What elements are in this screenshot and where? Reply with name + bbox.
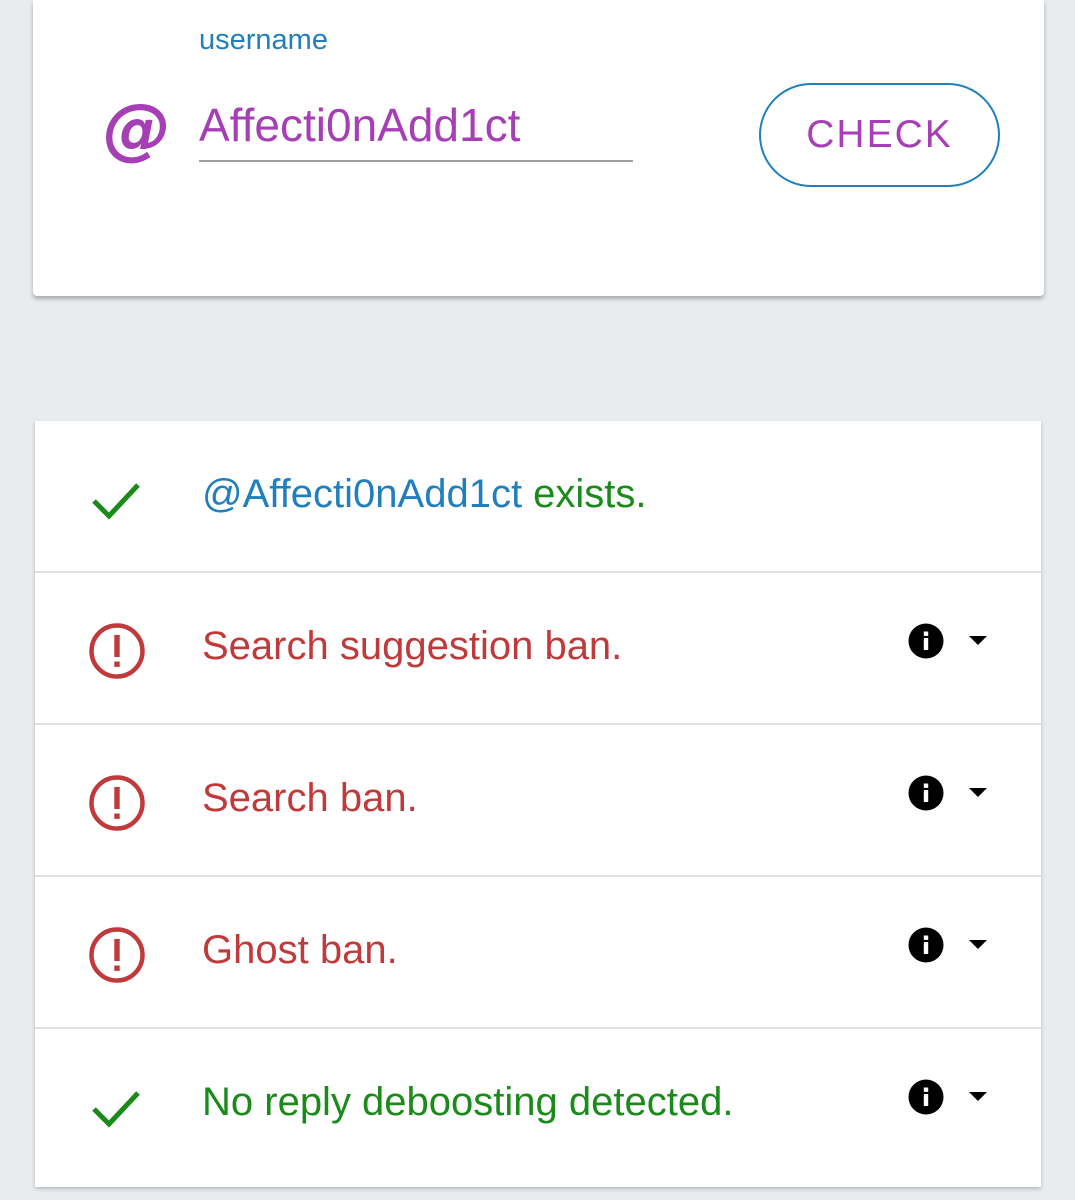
result-text: No reply deboosting detected. — [202, 1080, 734, 1124]
result-text: Ghost ban. — [202, 928, 398, 972]
result-row-search-suggestion-ban: Search suggestion ban. — [35, 573, 1041, 725]
result-text: Search suggestion ban. — [202, 624, 623, 668]
alert-circle-icon — [89, 623, 145, 679]
at-sign-icon: @ — [103, 90, 171, 169]
alert-circle-icon — [89, 927, 145, 983]
result-text: @Affecti0nAdd1ct exists. — [202, 469, 647, 519]
result-row-search-ban: Search ban. — [35, 725, 1041, 877]
result-row-exists: @Affecti0nAdd1ct exists. — [35, 421, 1041, 573]
results-list: @Affecti0nAdd1ct exists. Search suggesti… — [35, 421, 1041, 1187]
info-icon[interactable] — [907, 926, 945, 964]
result-row-ghost-ban: Ghost ban. — [35, 877, 1041, 1029]
result-text: Search ban. — [202, 776, 418, 820]
dropdown-arrow-icon[interactable] — [967, 1091, 989, 1103]
username-handle: @Affecti0nAdd1ct — [202, 472, 523, 516]
info-icon[interactable] — [907, 1078, 945, 1116]
checkmark-icon — [92, 1091, 140, 1128]
result-suffix: exists. — [522, 472, 647, 516]
dropdown-arrow-icon[interactable] — [967, 787, 989, 799]
info-icon[interactable] — [907, 774, 945, 812]
dropdown-arrow-icon[interactable] — [967, 635, 989, 647]
checkmark-icon — [92, 483, 140, 520]
username-check-card: username @ CHECK — [33, 0, 1044, 296]
check-button[interactable]: CHECK — [759, 83, 1000, 187]
username-label: username — [199, 24, 328, 56]
result-row-reply-deboosting: No reply deboosting detected. — [35, 1029, 1041, 1183]
dropdown-arrow-icon[interactable] — [967, 939, 989, 951]
info-icon[interactable] — [907, 622, 945, 660]
username-input[interactable] — [199, 90, 633, 162]
alert-circle-icon — [89, 775, 145, 831]
